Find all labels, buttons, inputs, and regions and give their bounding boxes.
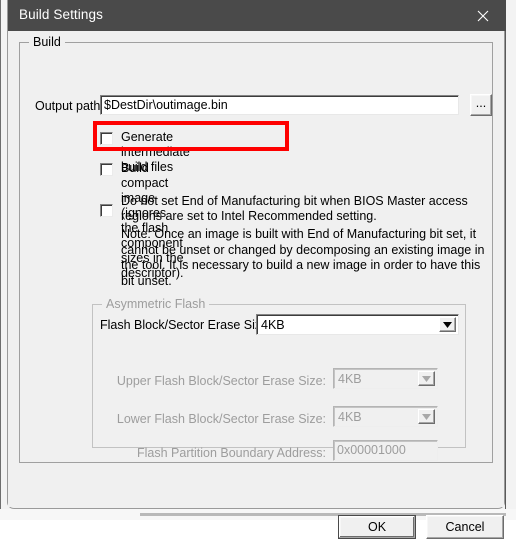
title-bar[interactable]: Build Settings bbox=[8, 0, 506, 31]
close-icon bbox=[477, 10, 489, 22]
lower-flash-erase-size-combobox: 4KB bbox=[333, 406, 438, 427]
build-group-legend: Build bbox=[29, 35, 65, 49]
lower-flash-erase-size-label: Lower Flash Block/Sector Erase Size: bbox=[117, 412, 326, 426]
end-of-manufacturing-note: Note: Once an image is built with End of… bbox=[121, 227, 485, 289]
close-button[interactable] bbox=[460, 0, 506, 31]
backdrop-right-edge bbox=[505, 0, 506, 520]
lower-flash-erase-size-label-wrap: Lower Flash Block/Sector Erase Size: bbox=[8, 410, 326, 428]
checkbox-label-eom: Do not set End of Manufacturing bit when… bbox=[121, 194, 493, 224]
backdrop-right-band bbox=[505, 0, 516, 520]
upper-flash-erase-size-combobox: 4KB bbox=[333, 368, 438, 389]
backdrop-left-edge bbox=[0, 0, 1, 520]
output-path-label: Output path: bbox=[35, 99, 104, 113]
asymmetric-flash-group-legend: Asymmetric Flash bbox=[102, 297, 209, 311]
checkbox-box-eom[interactable] bbox=[100, 204, 113, 217]
chevron-down-icon-upper bbox=[418, 371, 435, 386]
chevron-down-icon-lower bbox=[418, 409, 435, 424]
upper-flash-erase-size-label-wrap: Upper Flash Block/Sector Erase Size: bbox=[8, 372, 326, 390]
upper-flash-erase-size-value: 4KB bbox=[338, 372, 362, 386]
lower-flash-erase-size-value: 4KB bbox=[338, 410, 362, 424]
upper-flash-erase-size-label: Upper Flash Block/Sector Erase Size: bbox=[117, 374, 326, 388]
flash-partition-boundary-address-label: Flash Partition Boundary Address: bbox=[137, 446, 326, 460]
dialog-client-area: Build Output path: $DestDir\outimage.bin… bbox=[8, 31, 504, 507]
cancel-button[interactable]: Cancel bbox=[426, 515, 504, 539]
flash-partition-boundary-address-input: 0x00001000 bbox=[333, 440, 438, 461]
flash-partition-boundary-label-wrap: Flash Partition Boundary Address: bbox=[8, 444, 326, 462]
checkbox-box-compact[interactable] bbox=[100, 163, 113, 176]
checkbox-box-generate[interactable] bbox=[100, 132, 113, 145]
ok-button[interactable]: OK bbox=[338, 515, 416, 539]
output-path-input[interactable]: $DestDir\outimage.bin bbox=[100, 95, 459, 115]
window-title: Build Settings bbox=[19, 7, 103, 22]
browse-button[interactable]: ... bbox=[470, 94, 492, 116]
build-settings-dialog: Build Settings Build Output path: $DestD… bbox=[7, 0, 505, 509]
